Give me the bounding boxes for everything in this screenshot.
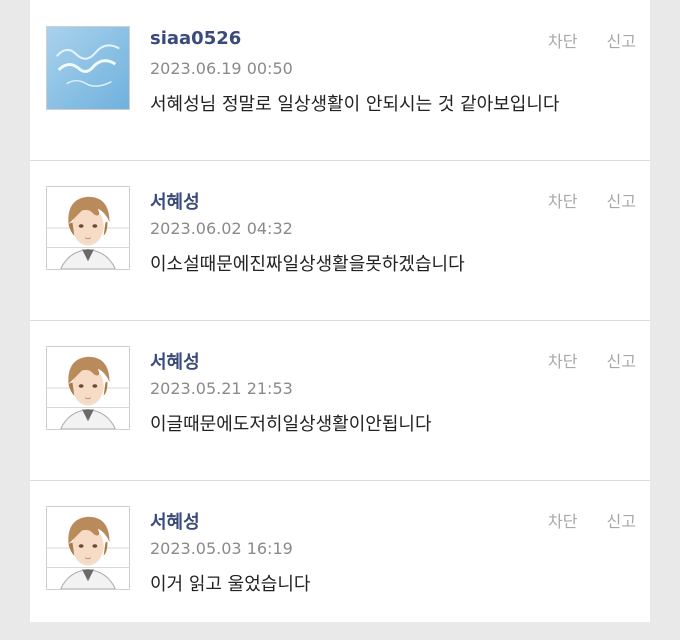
comment-text: 이소설때문에진짜일상생활을못하겠습니다 [150, 254, 465, 275]
comment-date: 2023.05.03 16:19 [150, 539, 293, 558]
comment-actions: 차단 신고 [524, 508, 636, 532]
report-button[interactable]: 신고 [607, 512, 636, 531]
comment-text: 서혜성님 정말로 일상생활이 안되시는 것 같아보입니다 [150, 94, 560, 115]
comment-date: 2023.06.19 00:50 [150, 59, 293, 78]
comment-item: siaa0526 2023.06.19 00:50 서혜성님 정말로 일상생활이… [30, 0, 650, 161]
enjoy-avatar-image [47, 27, 129, 109]
comment-item: 서혜성 2023.05.21 21:53 이글때문에도저히일상생활이안됩니다 차… [30, 320, 650, 481]
anime-boy-avatar-image [47, 347, 129, 429]
comment-text: 이거 읽고 울었습니다 [150, 574, 311, 595]
block-button[interactable]: 차단 [548, 512, 577, 531]
anime-boy-avatar[interactable] [46, 186, 130, 270]
block-button[interactable]: 차단 [548, 32, 577, 51]
block-button[interactable]: 차단 [548, 352, 577, 371]
anime-boy-avatar[interactable] [46, 506, 130, 590]
comment-actions: 차단 신고 [524, 188, 636, 212]
report-button[interactable]: 신고 [607, 352, 636, 371]
comment-text: 이글때문에도저히일상생활이안됩니다 [150, 414, 432, 435]
comment-author[interactable]: siaa0526 [150, 28, 241, 49]
anime-boy-avatar-image [47, 507, 129, 589]
anime-boy-avatar[interactable] [46, 346, 130, 430]
comment-list: siaa0526 2023.06.19 00:50 서혜성님 정말로 일상생활이… [30, 0, 650, 622]
comment-item: 서혜성 2023.06.02 04:32 이소설때문에진짜일상생활을못하겠습니다… [30, 160, 650, 321]
comment-author[interactable]: 서혜성 [150, 188, 200, 214]
report-button[interactable]: 신고 [607, 192, 636, 211]
comment-date: 2023.06.02 04:32 [150, 219, 293, 238]
anime-boy-avatar-image [47, 187, 129, 269]
comment-author[interactable]: 서혜성 [150, 348, 200, 374]
comment-item: 서혜성 2023.05.03 16:19 이거 읽고 울었습니다 차단 신고 [30, 480, 650, 640]
comment-actions: 차단 신고 [524, 348, 636, 372]
block-button[interactable]: 차단 [548, 192, 577, 211]
report-button[interactable]: 신고 [607, 32, 636, 51]
comment-date: 2023.05.21 21:53 [150, 379, 293, 398]
comment-actions: 차단 신고 [524, 28, 636, 52]
comment-author[interactable]: 서혜성 [150, 508, 200, 534]
enjoy-avatar[interactable] [46, 26, 130, 110]
